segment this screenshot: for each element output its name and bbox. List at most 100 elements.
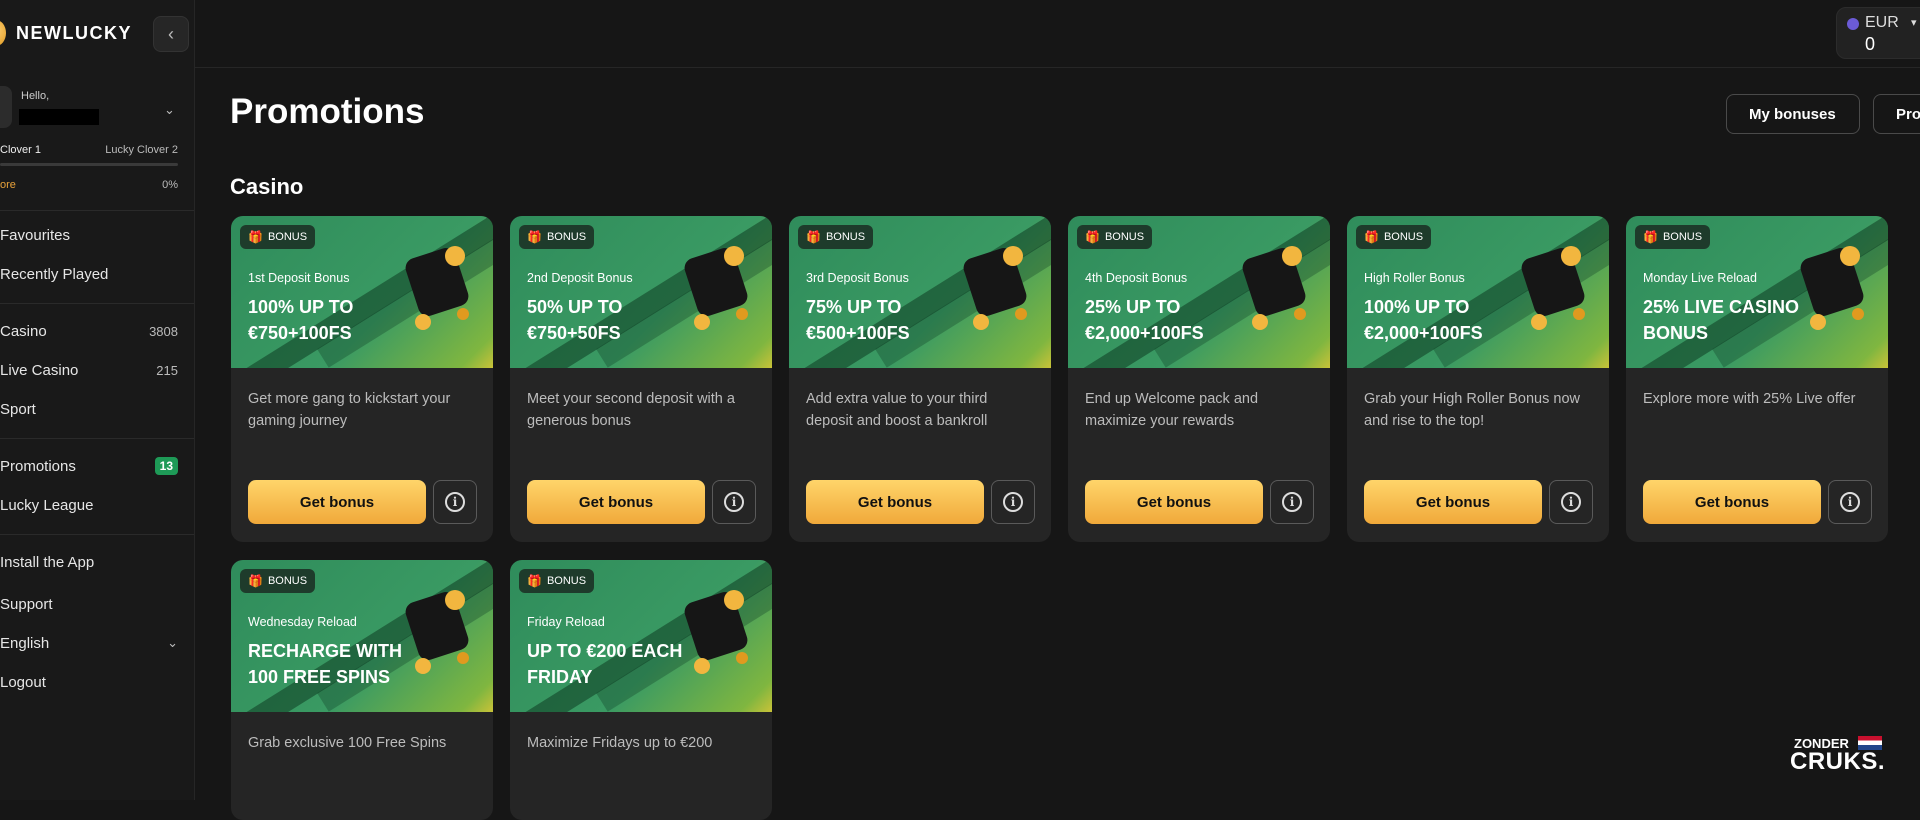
badge-label: BONUS (1383, 231, 1424, 243)
badge-label: BONUS (825, 231, 866, 243)
promo-subtitle: Wednesday Reload (248, 615, 357, 629)
nav-lucky-league[interactable]: Lucky League (0, 494, 178, 518)
nav-support[interactable]: Support (0, 593, 178, 617)
promo-banner[interactable]: 🎁 BONUS 2nd Deposit Bonus 50% UP TO €750+50… (510, 216, 772, 368)
nav-live-casino[interactable]: Live Casino 215 (0, 359, 178, 383)
promo-subtitle: Friday Reload (527, 615, 605, 629)
collapse-sidebar-button[interactable]: ‹ (153, 16, 189, 52)
slot-machine-icon (405, 590, 469, 674)
promo-description: Grab your High Roller Bonus now and rise… (1364, 391, 1580, 429)
bonus-badge: 🎁 BONUS (798, 225, 874, 249)
language-selector[interactable]: English ⌄ (0, 632, 178, 656)
user-profile[interactable]: Hello, ⌄ (0, 82, 194, 132)
gift-coins-icon (684, 590, 748, 674)
promotions-count-badge: 13 (154, 457, 178, 475)
zonder-cruks-watermark: ZONDER CRUKS. (1790, 734, 1900, 775)
divider (0, 438, 194, 439)
info-button[interactable]: i (712, 480, 756, 524)
nav-label: Install the App (0, 554, 95, 571)
info-icon: i (1561, 492, 1581, 512)
pot-of-gold-icon (684, 246, 748, 330)
get-bonus-button[interactable]: Get bonus (1364, 480, 1542, 524)
bonus-badge: 🎁 BONUS (240, 225, 316, 249)
promo-subtitle: 3rd Deposit Bonus (806, 271, 909, 285)
nav-label: Favourites (0, 227, 71, 244)
promo-card[interactable]: 🎁 BONUS 4th Deposit Bonus 25% UP TO €2,000+… (1068, 216, 1330, 542)
bonus-badge: 🎁 BONUS (1635, 225, 1711, 249)
bonus-badge: 🎁 BONUS (519, 225, 595, 249)
wallet-currency: EUR (1865, 14, 1899, 31)
nav-sport[interactable]: Sport (0, 398, 178, 422)
info-icon: i (1003, 492, 1023, 512)
promo-card[interactable]: 🎁 BONUS 3rd Deposit Bonus 75% UP TO €500+10… (789, 216, 1051, 542)
promo-card[interactable]: 🎁 BONUS Friday Reload UP TO €200 EACH FRIDA… (510, 560, 772, 820)
promo-description: Add extra value to your third deposit an… (806, 391, 988, 429)
divider (0, 210, 194, 211)
my-bonuses-button[interactable]: My bonuses (1726, 94, 1860, 134)
promo-card[interactable]: 🎁 BONUS Monday Live Reload 25% LIVE CASINO … (1626, 216, 1888, 542)
nav-label: Lucky League (0, 497, 94, 514)
nav-label: Recently Played (0, 266, 109, 283)
info-button[interactable]: i (1270, 480, 1314, 524)
nav-label: Live Casino (0, 362, 79, 379)
caret-down-icon: ▾ (1911, 17, 1917, 29)
get-bonus-button[interactable]: Get bonus (527, 480, 705, 524)
badge-label: BONUS (546, 575, 587, 587)
promo-description: Explore more with 25% Live offer (1643, 391, 1856, 407)
nav-label: Casino (0, 323, 47, 340)
promo-card[interactable]: 🎁 BONUS High Roller Bonus 100% UP TO €2,000… (1347, 216, 1609, 542)
info-icon: i (1282, 492, 1302, 512)
promo-banner[interactable]: 🎁 BONUS Friday Reload UP TO €200 EACH FRIDA… (510, 560, 772, 712)
nav-install-app[interactable]: Install the App (0, 551, 178, 575)
info-icon: i (1840, 492, 1860, 512)
promo-banner[interactable]: 🎁 BONUS 3rd Deposit Bonus 75% UP TO €500+10… (789, 216, 1051, 368)
get-bonus-button[interactable]: Get bonus (1085, 480, 1263, 524)
info-button[interactable]: i (991, 480, 1035, 524)
promo-subtitle: Monday Live Reload (1643, 271, 1757, 285)
level-more-link[interactable]: ore (0, 179, 16, 191)
money-bag-icon (1242, 246, 1306, 330)
nav-label: Sport (0, 401, 36, 418)
promo-banner[interactable]: 🎁 BONUS 4th Deposit Bonus 25% UP TO €2,000+… (1068, 216, 1330, 368)
current-level: Clover 1 (0, 144, 41, 156)
nav-casino[interactable]: Casino 3808 (0, 320, 178, 344)
bonus-badge: 🎁 BONUS (519, 569, 595, 593)
get-bonus-button[interactable]: Get bonus (248, 480, 426, 524)
wallet-coins-icon (405, 246, 469, 330)
gift-icon: 🎁 (806, 230, 821, 244)
promo-code-button[interactable]: Pro (1873, 94, 1920, 134)
promo-description: Maximize Fridays up to €200 (527, 735, 713, 751)
level-progress-bar (0, 163, 178, 166)
promo-description: Meet your second deposit with a generous… (527, 391, 735, 429)
poker-chip-icon (1521, 246, 1585, 330)
bonus-badge: 🎁 BONUS (240, 569, 316, 593)
nav-promotions[interactable]: Promotions 13 (0, 455, 178, 479)
nav-favourites[interactable]: Favourites (0, 224, 178, 248)
promo-card[interactable]: 🎁 BONUS 2nd Deposit Bonus 50% UP TO €750+50… (510, 216, 772, 542)
next-level: Lucky Clover 2 (105, 144, 178, 156)
get-bonus-button[interactable]: Get bonus (806, 480, 984, 524)
promo-banner[interactable]: 🎁 BONUS High Roller Bonus 100% UP TO €2,000… (1347, 216, 1609, 368)
info-button[interactable]: i (433, 480, 477, 524)
promo-subtitle: 2nd Deposit Bonus (527, 271, 633, 285)
info-button[interactable]: i (1828, 480, 1872, 524)
promo-card[interactable]: 🎁 BONUS 1st Deposit Bonus 100% UP TO €750+1… (231, 216, 493, 542)
chevron-down-icon[interactable]: ⌄ (164, 102, 175, 118)
promo-banner[interactable]: 🎁 BONUS Wednesday Reload RECHARGE WITH 100 … (231, 560, 493, 712)
level-percent: 0% (162, 179, 178, 191)
wallet-selector[interactable]: EUR ▾ 0 (1836, 7, 1920, 59)
gift-icon: 🎁 (1364, 230, 1379, 244)
get-bonus-button[interactable]: Get bonus (1643, 480, 1821, 524)
nav-recently-played[interactable]: Recently Played (0, 263, 178, 287)
nav-logout[interactable]: Logout (0, 671, 178, 695)
promo-card[interactable]: 🎁 BONUS Wednesday Reload RECHARGE WITH 100 … (231, 560, 493, 820)
playing-cards-icon (1800, 246, 1864, 330)
wallet-balance: 0 (1865, 34, 1876, 54)
badge-label: BONUS (267, 231, 308, 243)
promo-banner[interactable]: 🎁 BONUS Monday Live Reload 25% LIVE CASINO … (1626, 216, 1888, 368)
badge-label: BONUS (1104, 231, 1145, 243)
nav-count: 3808 (149, 324, 178, 339)
promo-banner[interactable]: 🎁 BONUS 1st Deposit Bonus 100% UP TO €750+1… (231, 216, 493, 368)
info-button[interactable]: i (1549, 480, 1593, 524)
promo-description: Grab exclusive 100 Free Spins (248, 735, 447, 751)
